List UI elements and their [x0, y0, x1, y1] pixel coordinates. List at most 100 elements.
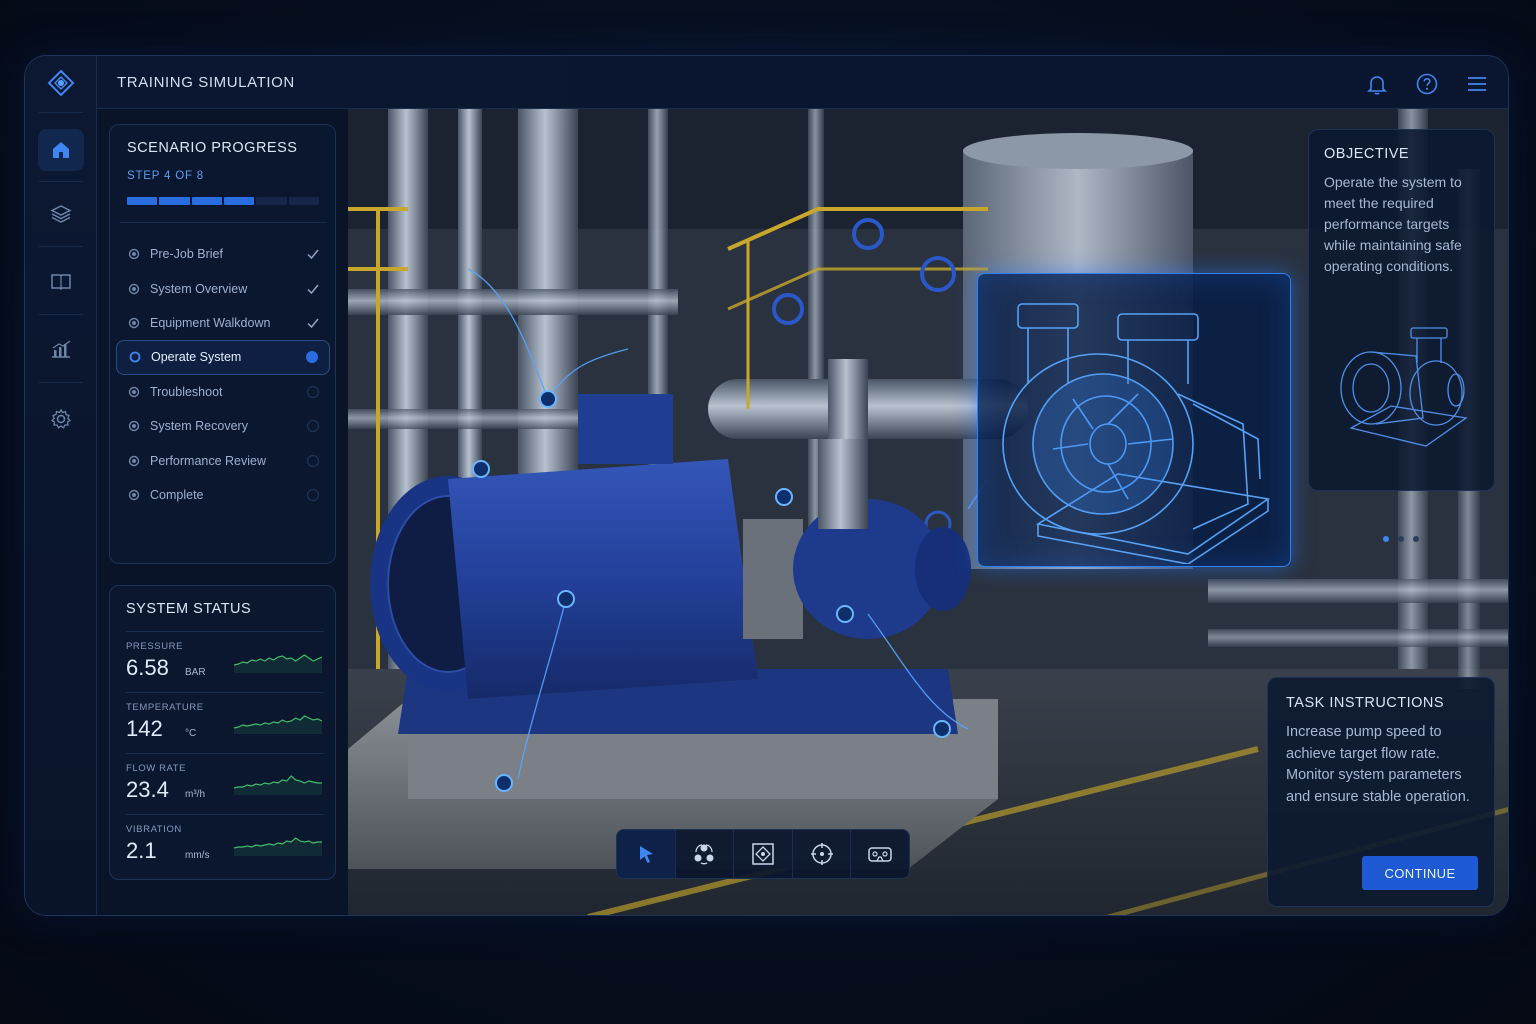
metric-unit: BAR [185, 667, 206, 678]
rail-home-button[interactable] [38, 129, 84, 171]
orbit-icon [694, 844, 714, 865]
book-icon [51, 274, 71, 291]
scenario-progress-panel: SCENARIO PROGRESS STEP 4 OF 8 Pre-Job Br… [109, 124, 336, 564]
checkmark-icon [307, 318, 319, 329]
notifications-bell-icon[interactable] [1365, 72, 1389, 96]
top-header: TRAINING SIMULATION [97, 56, 1508, 109]
progress-title: SCENARIO PROGRESS [127, 140, 298, 156]
step-icon [128, 248, 140, 260]
sparkline [234, 775, 322, 795]
task-instructions-panel: TASK INSTRUCTIONS Increase pump speed to… [1267, 677, 1495, 907]
step-label: Operate System [151, 350, 242, 365]
progress-segment [191, 197, 222, 205]
frame-icon [752, 843, 774, 865]
metric-unit: m³/h [185, 789, 205, 800]
metric-value: 6.58 [126, 655, 169, 680]
progress-segment [256, 197, 287, 205]
tool-target-button[interactable] [793, 830, 852, 878]
help-icon[interactable] [1415, 72, 1439, 96]
step-icon [128, 420, 140, 432]
progress-segment [223, 197, 255, 205]
step-icon [128, 455, 140, 466]
sparkline [234, 654, 322, 673]
objective-title: OBJECTIVE [1324, 146, 1410, 162]
step-label: System Recovery [150, 419, 248, 434]
logo-icon[interactable] [25, 56, 97, 109]
task-title: TASK INSTRUCTIONS [1286, 695, 1445, 711]
rail-library-button[interactable] [38, 260, 84, 302]
step-item[interactable]: Operate System [116, 340, 330, 375]
metric-vibration: VIBRATION 2.1 mm/s [126, 814, 324, 874]
tool-vr-button[interactable] [851, 830, 909, 878]
view-toolbar [616, 829, 910, 879]
step-item[interactable]: Pre-Job Brief [116, 237, 330, 271]
step-label: System Overview [150, 281, 248, 296]
step-item[interactable]: Performance Review [116, 443, 330, 477]
step-icon [128, 489, 140, 501]
carousel-dot[interactable] [1383, 536, 1389, 542]
home-icon [53, 142, 69, 158]
rail-layers-button[interactable] [38, 193, 84, 235]
pump-thumbnail[interactable] [1331, 318, 1471, 453]
progress-segment [127, 197, 158, 205]
carousel-dot[interactable] [1398, 536, 1404, 542]
step-item[interactable]: Troubleshoot [116, 375, 330, 409]
metric-value: 23.4 [126, 777, 169, 802]
progress-segment [288, 197, 319, 205]
step-icon [128, 386, 140, 397]
metric-unit: °C [185, 728, 197, 739]
vr-icon [868, 847, 892, 862]
step-label: Performance Review [150, 453, 267, 468]
current-step-icon [129, 351, 141, 363]
progress-segment [159, 197, 190, 205]
system-status-panel: SYSTEM STATUS PRESSURE 6.58 BAR TEMPERATURE… [109, 585, 336, 880]
step-indicator: STEP 4 OF 8 [127, 170, 204, 182]
carousel-dot[interactable] [1413, 536, 1419, 542]
rail-analytics-button[interactable] [38, 328, 84, 370]
pump-hologram[interactable] [977, 273, 1291, 567]
pump-wireframe [1002, 303, 1271, 565]
metric-label: TEMPERATURE [126, 702, 204, 713]
step-label: Troubleshoot [150, 384, 223, 399]
checkmark-icon [307, 284, 319, 294]
objective-panel: OBJECTIVE Operate the system to meet the… [1308, 129, 1495, 542]
metric-label: PRESSURE [126, 641, 184, 652]
checkmark-icon [307, 249, 319, 260]
step-item[interactable]: Equipment Walkdown [116, 306, 330, 340]
carousel-dots[interactable] [1383, 536, 1419, 542]
metric-value: 2.1 [126, 838, 157, 863]
step-item[interactable]: Complete [116, 478, 330, 512]
menu-icon[interactable] [1465, 72, 1489, 96]
pointer-icon [639, 846, 653, 863]
sparkline [234, 837, 322, 856]
pending-circle-icon [306, 385, 320, 398]
app-title: TRAINING SIMULATION [117, 74, 295, 91]
target-icon [810, 843, 833, 865]
chart-icon [52, 340, 71, 358]
metric-label: FLOW RATE [126, 763, 187, 774]
tool-frame-button[interactable] [734, 830, 793, 878]
tool-orbit-button[interactable] [676, 830, 735, 878]
metric-label: VIBRATION [126, 824, 182, 835]
progress-bar [127, 197, 319, 205]
step-label: Equipment Walkdown [150, 315, 271, 330]
step-label: Pre-Job Brief [150, 247, 223, 262]
metric-pressure: PRESSURE 6.58 BAR [126, 631, 324, 691]
rail-settings-button[interactable] [38, 398, 84, 440]
step-icon [128, 317, 140, 329]
pending-circle-icon [306, 454, 320, 467]
pending-circle-icon [306, 488, 320, 502]
step-list: Pre-Job Brief System Overview Equipment Wa… [116, 237, 330, 512]
step-icon [128, 283, 140, 294]
pending-circle-icon [306, 420, 320, 433]
continue-button[interactable]: CONTINUE [1362, 856, 1478, 890]
step-item[interactable]: System Overview [116, 271, 330, 305]
step-item[interactable]: System Recovery [116, 409, 330, 443]
objective-text: Operate the system to meet the required … [1324, 174, 1462, 274]
gear-icon [50, 408, 72, 429]
sparkline [234, 715, 322, 734]
tool-select-button[interactable] [617, 830, 676, 878]
metric-value: 142 [126, 716, 163, 741]
left-rail [25, 56, 97, 915]
status-title: SYSTEM STATUS [126, 601, 252, 617]
